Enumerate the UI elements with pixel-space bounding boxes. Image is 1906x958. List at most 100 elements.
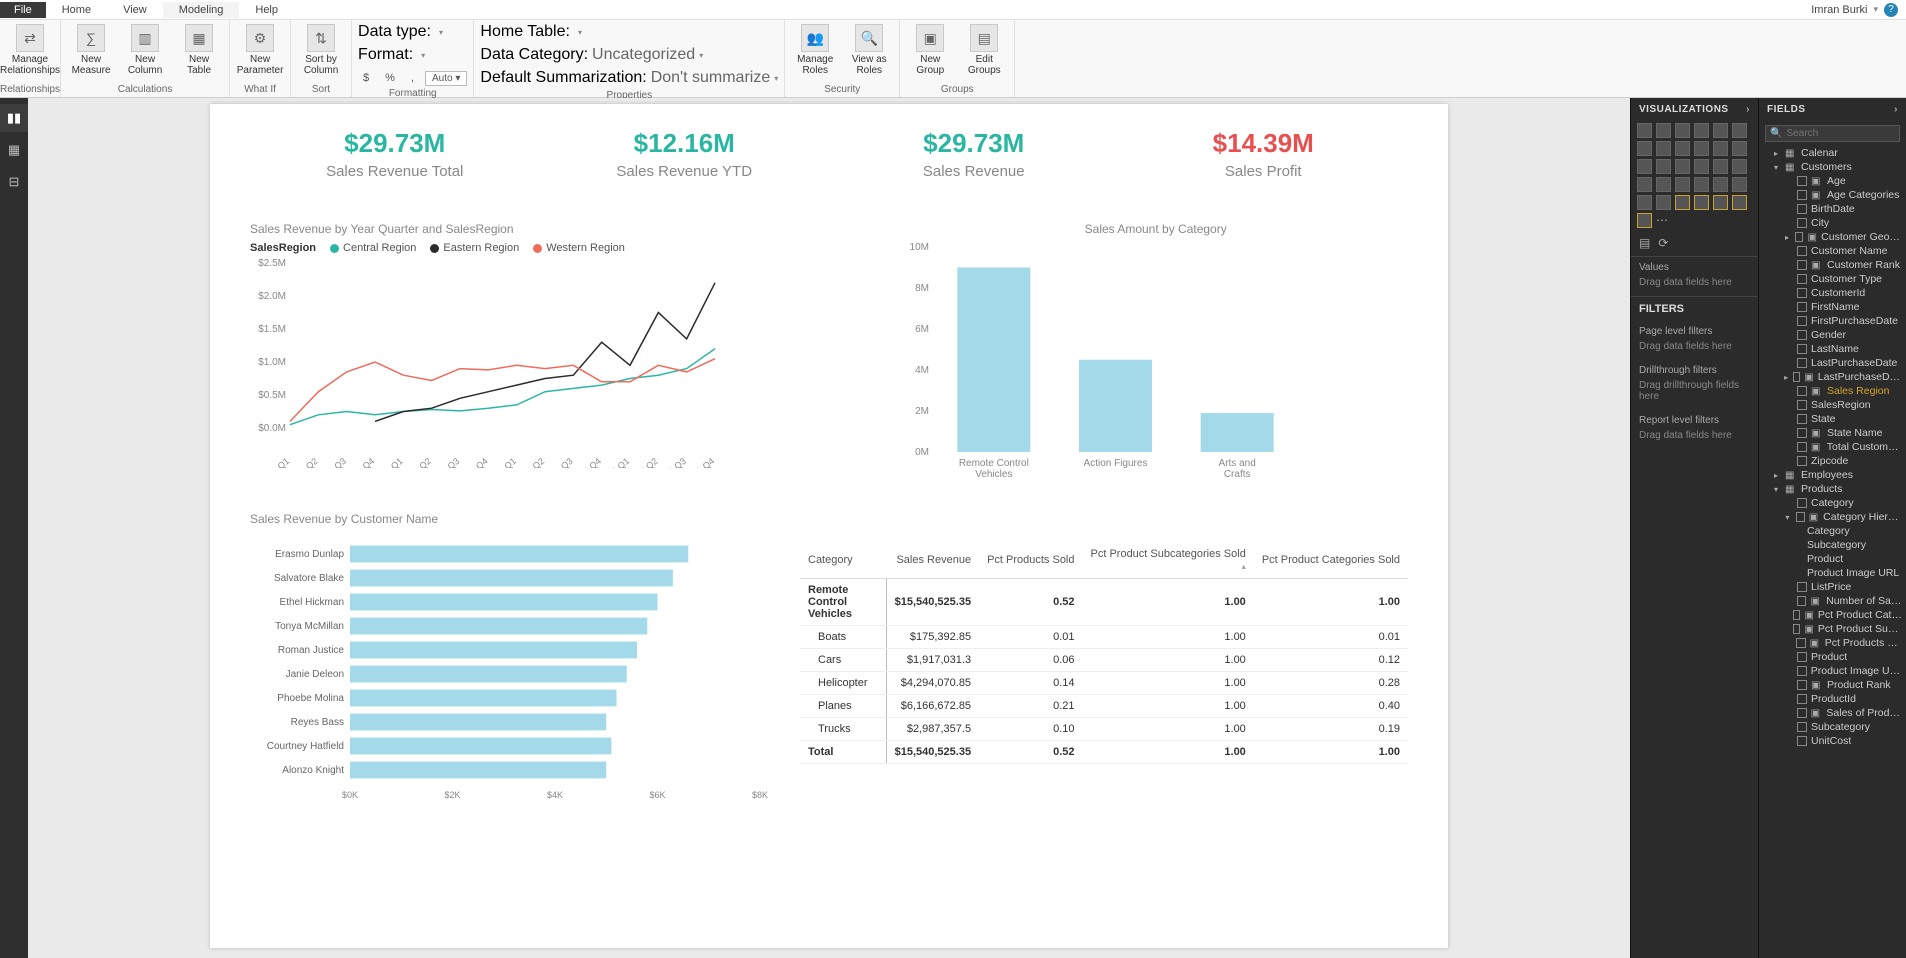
viz-type-icon[interactable] [1675,141,1690,156]
edit-groups-button[interactable]: ▤Edit Groups [960,22,1008,78]
viz-more-icon[interactable]: ⋯ [1656,213,1668,228]
fields-search[interactable]: 🔍 [1765,125,1900,142]
user-menu-arrow[interactable]: ▾ [1873,4,1878,15]
field-tree-item[interactable]: ▸▣LastPurchaseDate Hierarchy [1759,370,1906,384]
expand-icon[interactable]: ▾ [1783,513,1792,522]
table-row[interactable]: Cars$1,917,031.30.061.000.12 [800,649,1408,672]
search-input[interactable] [1786,128,1906,139]
kpi-card[interactable]: $14.39M Sales Profit [1119,128,1409,218]
field-tree-item[interactable]: SalesRegion [1759,398,1906,412]
expand-icon[interactable]: ▾ [1771,163,1781,172]
field-checkbox[interactable] [1797,358,1807,368]
viz-type-icon[interactable] [1694,159,1709,174]
menu-modeling[interactable]: Modeling [163,2,240,18]
field-checkbox[interactable] [1797,204,1807,214]
field-tree-item[interactable]: ▣Age [1759,174,1906,188]
hbar-chart[interactable]: Sales Revenue by Customer Name Erasmo Du… [250,512,770,822]
viz-type-icon[interactable] [1713,159,1728,174]
dropdown-icon[interactable]: ▾ [774,74,778,83]
field-checkbox[interactable] [1795,232,1803,242]
field-tree-item[interactable]: ▣Sales of Product [1759,706,1906,720]
kpi-card[interactable]: $29.73M Sales Revenue [829,128,1119,218]
field-tree-item[interactable]: ▣Pct Products Sold [1759,636,1906,650]
viz-type-icon[interactable] [1694,141,1709,156]
field-tree-item[interactable]: Subcategory [1759,720,1906,734]
viz-type-icon[interactable] [1656,195,1671,210]
viz-type-icon[interactable] [1694,123,1709,138]
user-name[interactable]: Imran Burki [1811,4,1867,16]
collapse-icon[interactable]: › [1894,104,1898,115]
field-tree-item[interactable]: LastName [1759,342,1906,356]
viz-type-icon[interactable] [1694,177,1709,192]
table-header[interactable]: Sales Revenue [886,542,979,579]
nav-model-view[interactable]: ⊟ [0,168,28,196]
field-checkbox[interactable] [1797,736,1807,746]
table-header[interactable]: Pct Product Categories Sold [1254,542,1408,579]
drill-filters-dropzone[interactable]: Drag drillthrough fields here [1631,378,1758,410]
expand-icon[interactable]: ▾ [1771,485,1781,494]
field-tree-item[interactable]: BirthDate [1759,202,1906,216]
viz-type-icon[interactable] [1732,195,1747,210]
datacategory-value[interactable]: Uncategorized [592,46,695,64]
viz-type-icon[interactable] [1732,141,1747,156]
expand-icon[interactable]: ▸ [1783,373,1789,382]
field-tree-item[interactable]: ▸▦Employees [1759,468,1906,482]
field-checkbox[interactable] [1797,414,1807,424]
field-tree-item[interactable]: ▣Product Rank [1759,678,1906,692]
dropdown-icon[interactable]: ▾ [421,51,425,60]
new-column-button[interactable]: ▥New Column [121,22,169,78]
report-filters-dropzone[interactable]: Drag data fields here [1631,428,1758,449]
viz-type-icon[interactable] [1713,195,1728,210]
field-checkbox[interactable] [1797,316,1807,326]
new-group-button[interactable]: ▣New Group [906,22,954,78]
field-checkbox[interactable] [1797,386,1807,396]
field-checkbox[interactable] [1797,176,1807,186]
field-tree-item[interactable]: Category [1759,496,1906,510]
line-chart[interactable]: Sales Revenue by Year Quarter and SalesR… [250,222,873,502]
viz-type-icon[interactable] [1675,159,1690,174]
field-tree-item[interactable]: ▾▦Customers [1759,160,1906,174]
viz-type-icon[interactable] [1637,195,1652,210]
dropdown-icon[interactable]: ▾ [578,28,582,37]
bar-chart[interactable]: Sales Amount by Category 0M2M4M6M8M10MRe… [903,222,1408,502]
dropdown-icon[interactable]: ▾ [439,28,443,37]
currency-button[interactable]: $ [358,70,374,86]
report-canvas[interactable]: $29.73M Sales Revenue Total $12.16M Sale… [28,98,1630,958]
field-tree-item[interactable]: Product [1759,552,1906,566]
viz-type-icon[interactable] [1637,123,1652,138]
field-checkbox[interactable] [1797,456,1807,466]
menu-home[interactable]: Home [46,2,107,18]
collapse-icon[interactable]: › [1746,104,1750,115]
field-tree-item[interactable]: ▣Age Categories [1759,188,1906,202]
field-checkbox[interactable] [1797,722,1807,732]
field-checkbox[interactable] [1797,652,1807,662]
viz-type-icon[interactable] [1637,177,1652,192]
values-dropzone[interactable]: Drag data fields here [1631,275,1758,296]
viz-type-icon[interactable] [1656,159,1671,174]
page-filters-dropzone[interactable]: Drag data fields here [1631,339,1758,360]
viz-type-icon[interactable] [1656,141,1671,156]
menu-help[interactable]: Help [239,2,294,18]
viz-type-icon[interactable] [1732,123,1747,138]
field-checkbox[interactable] [1797,218,1807,228]
field-tree-item[interactable]: CustomerId [1759,286,1906,300]
field-checkbox[interactable] [1796,512,1805,522]
nav-report-view[interactable]: ▮▮ [0,104,28,132]
field-tree-item[interactable]: UnitCost [1759,734,1906,748]
new-table-button[interactable]: ▦New Table [175,22,223,78]
viz-type-icon[interactable] [1656,177,1671,192]
table-row[interactable]: Remote Control Vehicles$15,540,525.350.5… [800,579,1408,626]
table-row[interactable]: Helicopter$4,294,070.850.141.000.28 [800,672,1408,695]
field-tree-item[interactable]: LastPurchaseDate [1759,356,1906,370]
viz-type-icon[interactable] [1713,141,1728,156]
field-checkbox[interactable] [1797,708,1807,718]
table-row[interactable]: Trucks$2,987,357.50.101.000.19 [800,718,1408,741]
field-checkbox[interactable] [1797,596,1807,606]
expand-icon[interactable]: ▸ [1771,471,1781,480]
expand-icon[interactable]: ▸ [1771,149,1781,158]
field-checkbox[interactable] [1797,400,1807,410]
viz-type-icon[interactable] [1675,195,1690,210]
help-icon[interactable]: ? [1884,3,1898,17]
viz-type-icon[interactable] [1732,159,1747,174]
field-checkbox[interactable] [1797,288,1807,298]
